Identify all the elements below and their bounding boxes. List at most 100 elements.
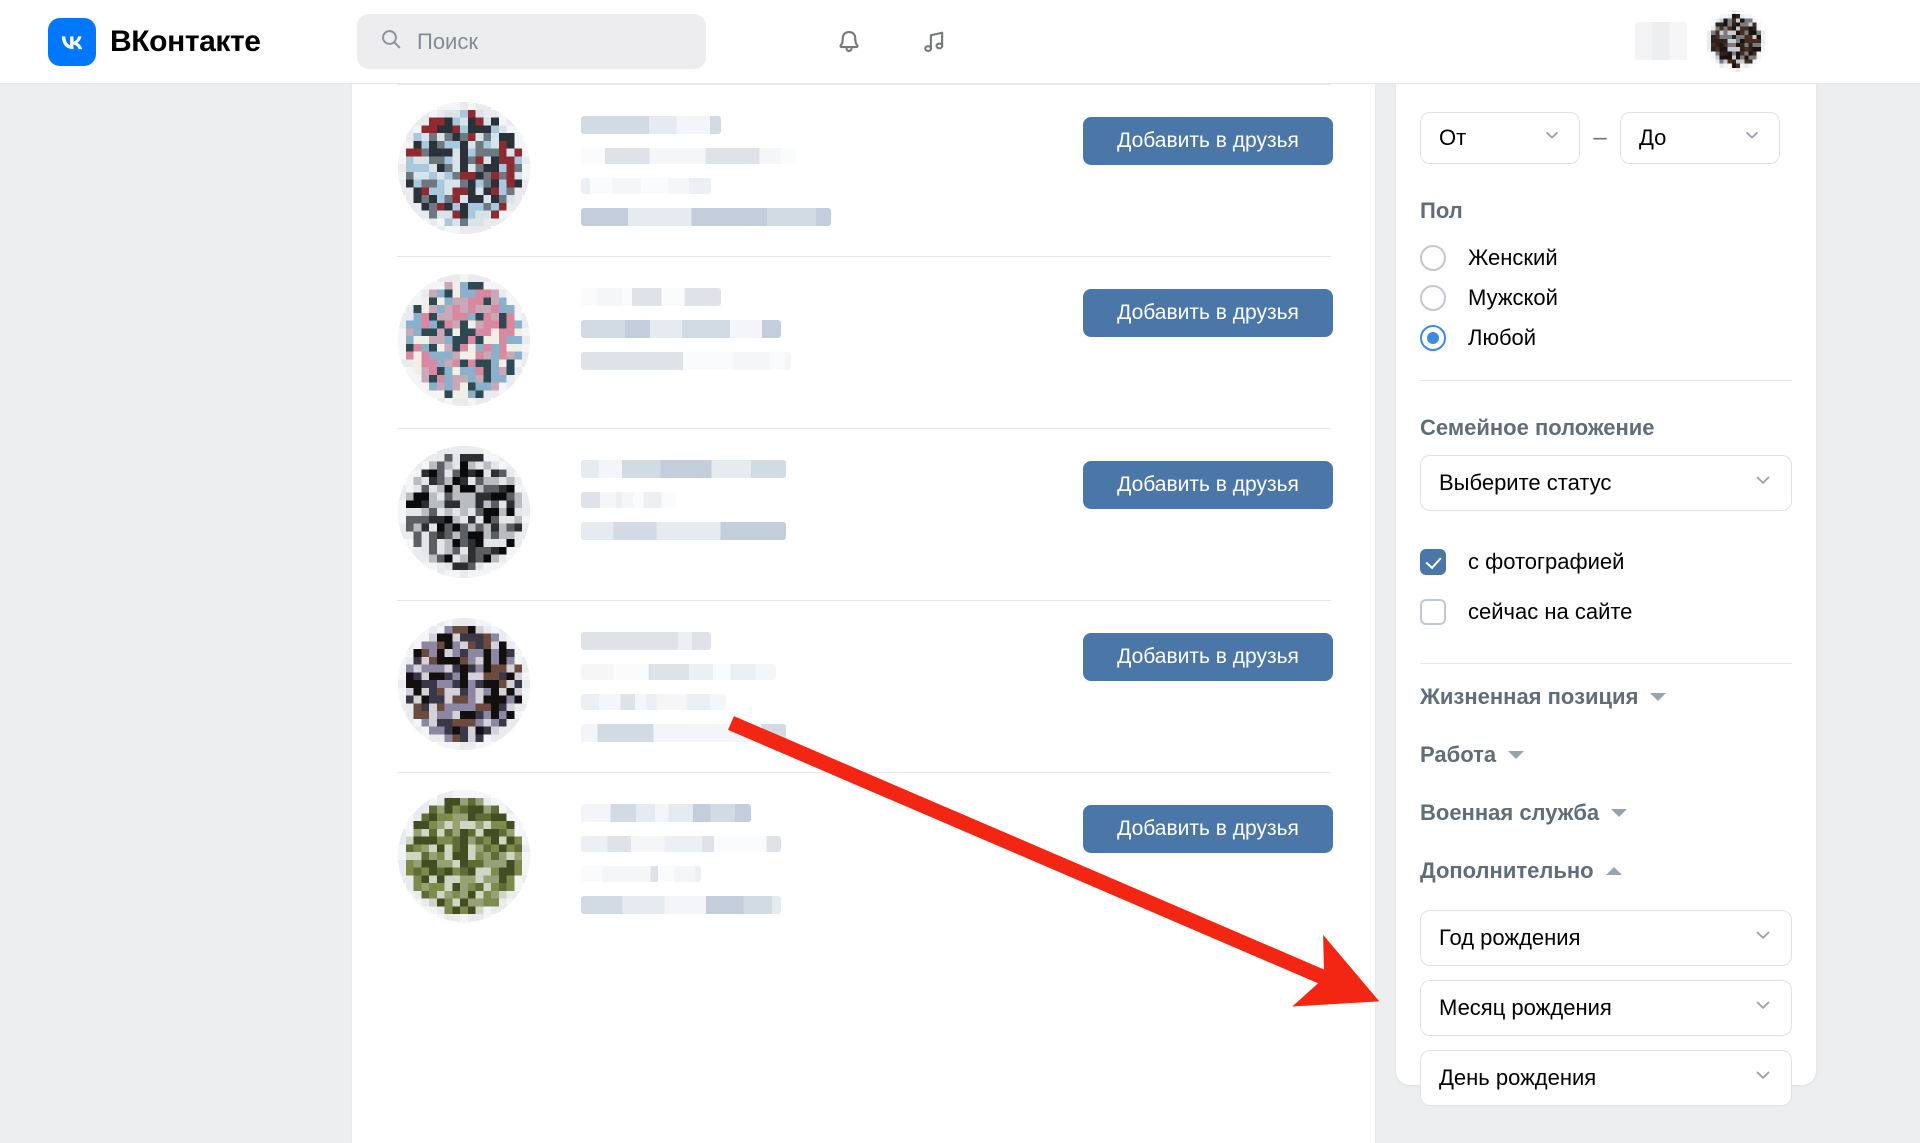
redacted-text-line (581, 724, 786, 742)
top-header: ВКонтакте Поиск (0, 0, 1920, 84)
table-row[interactable]: Добавить в друзья (395, 601, 1333, 772)
table-row[interactable]: Добавить в друзья (395, 257, 1333, 428)
age-to-label: До (1639, 125, 1667, 150)
checkbox-icon[interactable] (1420, 599, 1446, 625)
music-note-icon[interactable] (912, 20, 956, 64)
birth-select-0[interactable]: Год рождения (1420, 910, 1792, 966)
collapsible-label: Дополнительно (1420, 858, 1594, 883)
radio-icon[interactable] (1420, 325, 1446, 351)
gender-radio-1[interactable]: Мужской (1420, 278, 1792, 318)
radio-icon[interactable] (1420, 285, 1446, 311)
avatar[interactable] (398, 618, 530, 750)
redacted-text-line (581, 522, 786, 540)
search-placeholder: Поиск (417, 28, 478, 54)
chevron-down-icon (1741, 124, 1763, 152)
redacted-text-line (581, 632, 711, 650)
vk-logo-text: ВКонтакте (110, 24, 261, 58)
marital-status-value: Выберите статус (1439, 470, 1612, 495)
add-friend-button[interactable]: Добавить в друзья (1083, 633, 1333, 681)
gender-radio-0[interactable]: Женский (1420, 238, 1792, 278)
avatar[interactable] (398, 102, 530, 234)
collapsible-label: Работа (1420, 742, 1497, 767)
redacted-text-line (581, 492, 676, 508)
redacted-text-line (581, 460, 786, 478)
add-friend-button[interactable]: Добавить в друзья (1083, 289, 1333, 337)
filter-checkbox-1[interactable]: сейчас на сайте (1420, 587, 1792, 637)
redacted-text-line (581, 896, 781, 914)
table-row[interactable]: Добавить в друзья (395, 429, 1333, 600)
chevron-down-icon (1751, 1063, 1775, 1093)
redacted-text-line (581, 148, 796, 164)
avatar[interactable] (1707, 10, 1765, 72)
gender-section-title: Пол (1420, 198, 1463, 223)
chevron-down-icon (1508, 751, 1525, 759)
chevron-up-icon (1605, 867, 1622, 875)
birth-select-2[interactable]: День рождения (1420, 1050, 1792, 1106)
collapsible-header-0[interactable]: Жизненная позиция (1420, 672, 1792, 722)
birth-select-label: Месяц рождения (1439, 995, 1612, 1020)
gender-radio-group: Женский Мужской Любой (1420, 238, 1792, 358)
redacted-text-line (581, 320, 781, 338)
chevron-down-icon (1611, 809, 1628, 817)
collapsible-header-1[interactable]: Работа (1420, 730, 1792, 780)
search-filters-panel: От – До Пол Женский Мужской Любой Семейн… (1396, 50, 1816, 1106)
age-from-select[interactable]: От (1420, 112, 1580, 164)
age-from-label: От (1439, 125, 1467, 150)
redacted-text-line (581, 694, 726, 710)
redacted-text-line (581, 288, 721, 306)
add-friend-button[interactable]: Добавить в друзья (1083, 117, 1333, 165)
redacted-text-line (581, 866, 701, 882)
chevron-down-icon (1751, 468, 1775, 498)
gender-radio-2[interactable]: Любой (1420, 318, 1792, 358)
avatar[interactable] (398, 274, 530, 406)
collapsible-sections: Жизненная позиция Работа Военная служба … (1420, 672, 1792, 896)
redacted-text-line (581, 804, 751, 822)
account-name-redacted (1635, 22, 1687, 60)
redacted-text-line (581, 836, 781, 852)
search-results-list: Добавить в друзья Добавить в друзья Добави… (395, 84, 1333, 944)
filter-checkbox-group: с фотографией сейчас на сайте (1420, 537, 1792, 637)
avatar[interactable] (398, 446, 530, 578)
age-to-select[interactable]: До (1620, 112, 1780, 164)
birth-select-label: Год рождения (1439, 925, 1581, 950)
search-results-card: Добавить в друзья Добавить в друзья Добави… (352, 84, 1375, 1143)
add-friend-button[interactable]: Добавить в друзья (1083, 461, 1333, 509)
table-row[interactable]: Добавить в друзья (395, 773, 1333, 944)
gender-radio-label: Любой (1468, 325, 1537, 350)
redacted-text-line (581, 664, 776, 680)
birth-select-1[interactable]: Месяц рождения (1420, 980, 1792, 1036)
birthdate-select-group: Год рождения Месяц рождения День рождени… (1420, 910, 1792, 1106)
collapsible-header-3[interactable]: Дополнительно (1420, 846, 1792, 896)
divider (1420, 380, 1792, 381)
collapsible-label: Военная служба (1420, 800, 1600, 825)
filter-checkbox-0[interactable]: с фотографией (1420, 537, 1792, 587)
divider (1420, 663, 1792, 664)
search-input[interactable]: Поиск (357, 14, 706, 69)
vk-logo-icon (48, 17, 96, 66)
checkbox-icon[interactable] (1420, 549, 1446, 575)
redacted-text-line (581, 208, 831, 226)
filter-checkbox-label: с фотографией (1468, 549, 1625, 574)
redacted-text-line (581, 352, 791, 370)
filter-checkbox-label: сейчас на сайте (1468, 599, 1633, 624)
redacted-text-line (581, 178, 711, 194)
birth-select-label: День рождения (1439, 1065, 1597, 1090)
page-body: Добавить в друзья Добавить в друзья Добави… (0, 50, 1920, 1143)
add-friend-button[interactable]: Добавить в друзья (1083, 805, 1333, 853)
search-icon (379, 27, 403, 56)
collapsible-header-2[interactable]: Военная служба (1420, 788, 1792, 838)
table-row[interactable]: Добавить в друзья (395, 85, 1333, 256)
chevron-down-icon (1541, 124, 1563, 152)
collapsible-label: Жизненная позиция (1420, 684, 1639, 709)
age-range-dash: – (1593, 124, 1607, 151)
chevron-down-icon (1751, 993, 1775, 1023)
vk-logo-link[interactable]: ВКонтакте (48, 17, 261, 66)
redacted-text-line (581, 116, 721, 134)
gender-radio-label: Мужской (1468, 285, 1558, 310)
bell-icon[interactable] (827, 20, 871, 64)
radio-icon[interactable] (1420, 245, 1446, 271)
avatar[interactable] (398, 790, 530, 922)
chevron-down-icon (1751, 923, 1775, 953)
gender-radio-label: Женский (1468, 245, 1558, 270)
marital-status-select[interactable]: Выберите статус (1420, 455, 1792, 511)
